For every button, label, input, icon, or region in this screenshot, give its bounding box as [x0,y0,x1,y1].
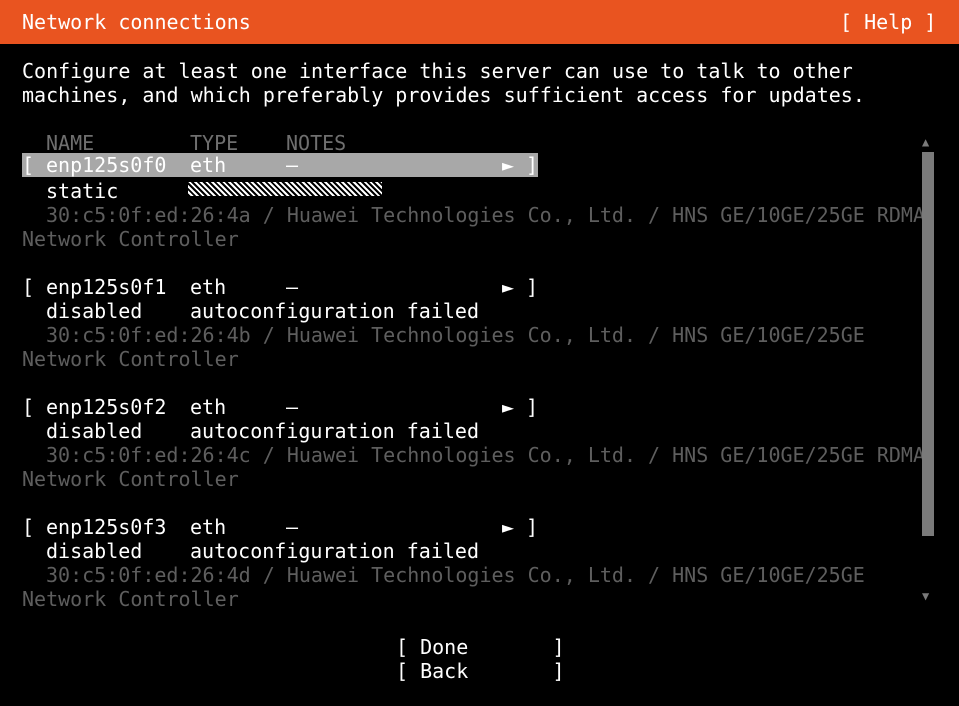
interface-name: enp125s0f3 [46,515,167,539]
interface-vendor-line1: 30:c5:0f:ed:26:4d / Huawei Technologies … [46,563,865,587]
submenu-arrow-icon: ► [502,153,515,177]
interface-notes: – [286,275,299,299]
bracket-open: [ [22,275,35,299]
interface-notes: – [286,395,299,419]
interface-type: eth [190,153,227,177]
intro-text-line1: Configure at least one interface this se… [22,59,853,83]
bracket-close: ] [526,153,539,177]
submenu-arrow-icon: ► [502,395,515,419]
submenu-arrow-icon: ► [502,275,515,299]
interface-name: enp125s0f2 [46,395,167,419]
interface-type: eth [190,515,227,539]
interface-vendor-line2: Network Controller [22,227,239,251]
interface-vendor-line1: 30:c5:0f:ed:26:4c / Huawei Technologies … [46,443,925,467]
done-button[interactable]: [ Done ] [396,635,565,659]
submenu-arrow-icon: ► [502,515,515,539]
bracket-close: ] [526,395,539,419]
interface-name: enp125s0f0 [46,153,167,177]
interface-notes: – [286,515,299,539]
column-header-notes: NOTES [286,131,347,155]
interface-vendor-line2: Network Controller [22,587,239,611]
interface-type: eth [190,275,227,299]
intro-text-line2: machines, and which preferably provides … [22,83,865,107]
bracket-close: ] [526,515,539,539]
back-button[interactable]: [ Back ] [396,659,565,683]
bracket-open: [ [22,153,35,177]
interface-vendor-line2: Network Controller [22,467,239,491]
column-header-name: NAME [46,131,95,155]
interface-row-enp125s0f0[interactable]: [ enp125s0f0 eth – ► ] [22,153,538,177]
interface-status-detail: autoconfiguration failed [190,299,479,323]
interface-status-detail: autoconfiguration failed [190,419,479,443]
interface-vendor-line2: Network Controller [22,347,239,371]
interface-status: disabled [46,539,143,563]
interface-vendor-line1: 30:c5:0f:ed:26:4a / Huawei Technologies … [46,203,925,227]
scrollbar-thumb[interactable] [922,152,934,536]
scroll-down-icon[interactable]: ▼ [922,590,929,602]
column-header-type: TYPE [190,131,239,155]
installer-screen: Network connections [ Help ] Configure a… [0,0,959,706]
interface-name: enp125s0f1 [46,275,167,299]
redacted-address [188,182,382,196]
scroll-up-icon[interactable]: ▲ [922,136,929,148]
interface-status: disabled [46,419,143,443]
bracket-close: ] [526,275,539,299]
page-title: Network connections [22,10,251,34]
interface-status-detail: autoconfiguration failed [190,539,479,563]
interface-notes: – [286,153,299,177]
help-button[interactable]: [ Help ] [840,10,936,34]
bracket-open: [ [22,515,35,539]
interface-status: static [46,179,119,203]
interface-vendor-line1: 30:c5:0f:ed:26:4b / Huawei Technologies … [46,323,865,347]
bracket-open: [ [22,395,35,419]
header-bar: Network connections [ Help ] [0,0,959,44]
interface-type: eth [190,395,227,419]
interface-status: disabled [46,299,143,323]
